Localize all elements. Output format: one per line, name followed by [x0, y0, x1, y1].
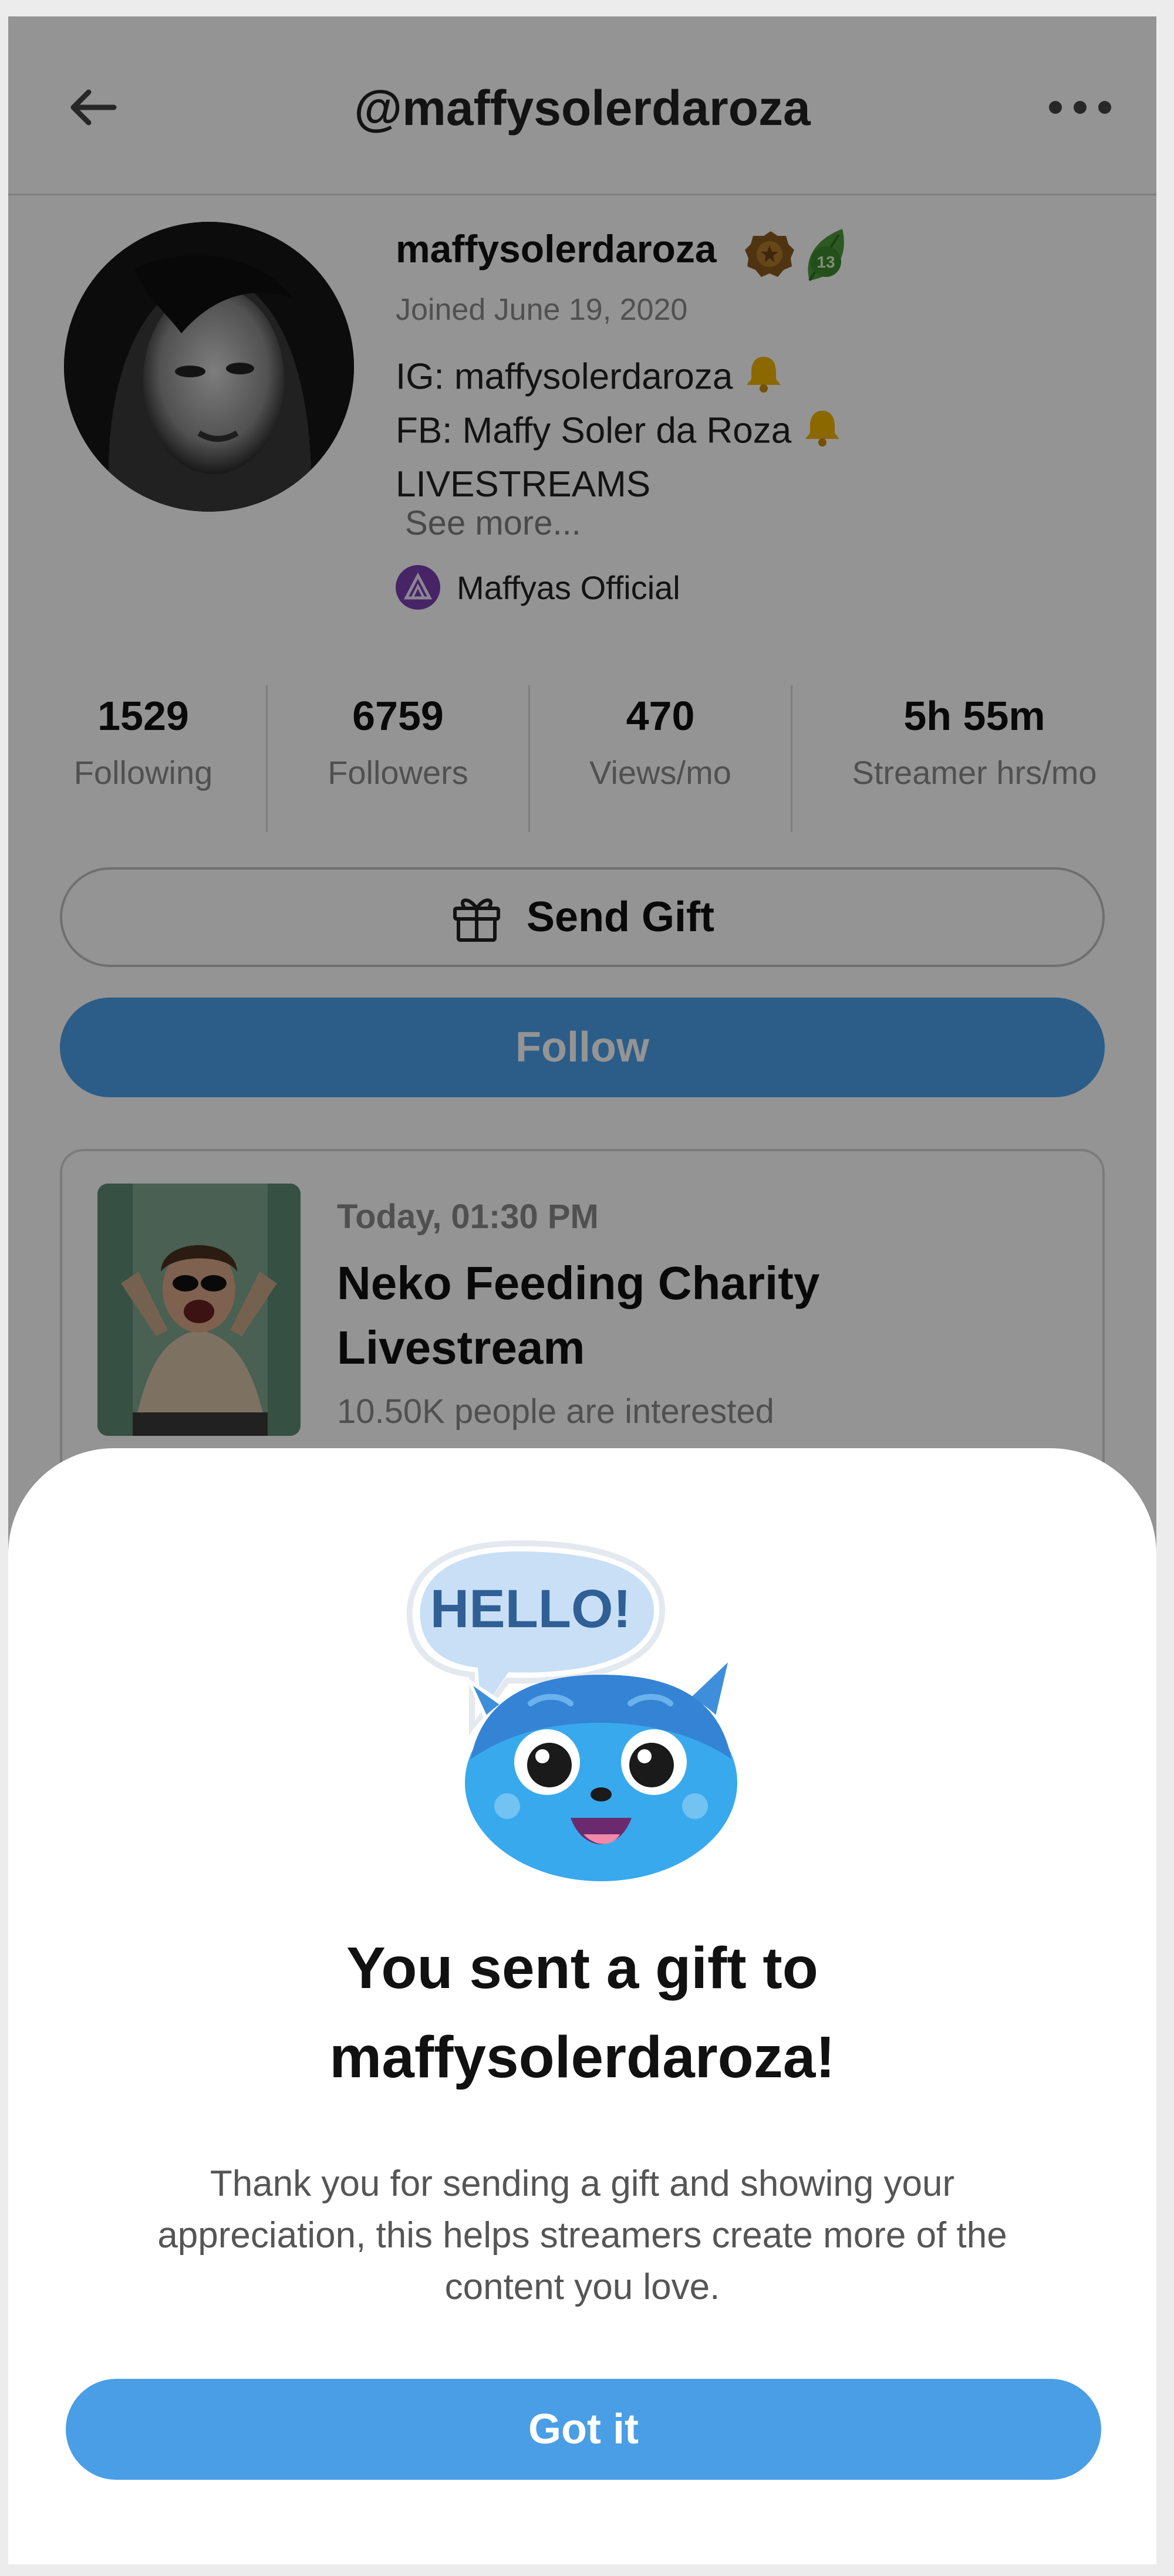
sheet-message: Thank you for sending a gift and showing… [157, 2163, 1007, 2307]
mascot-speech-text: HELLO! [430, 1579, 631, 1639]
mascot-icon: HELLO! [384, 1536, 789, 1891]
gift-sent-sheet: HELLO! You sent a gift to maffysolerdaro… [8, 1448, 1156, 2564]
got-it-button[interactable]: Got it [66, 2379, 1101, 2480]
sheet-title: You sent a gift to maffysolerdaroza! [329, 1935, 835, 2090]
profile-screen: @maffysolerdaroza maffysolerdaroza 13 Jo… [8, 16, 1156, 2564]
